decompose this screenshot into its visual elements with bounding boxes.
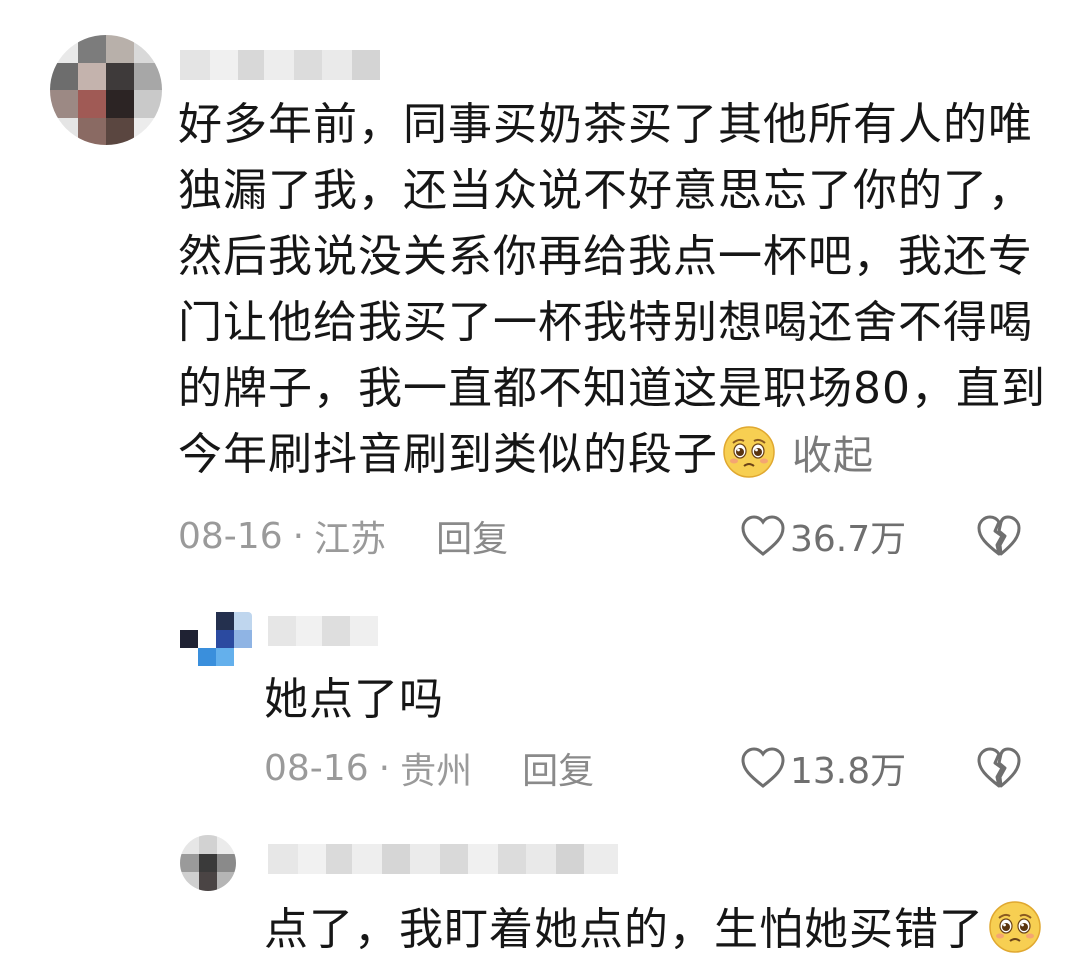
avatar[interactable] [180,612,252,666]
comment-location: 江苏 [314,519,387,560]
comment-meta: 08-16 · 江苏 回复 [178,514,508,561]
reply-button[interactable]: 回复 [436,510,508,562]
comment-text: 她点了吗 [264,667,444,733]
avatar[interactable] [50,35,162,145]
comment-date: 08-16 [264,747,369,789]
pleading-face-icon [723,426,775,478]
comment-line: 她点了吗 [264,674,444,725]
comment-line: 今年刷抖音刷到类似的段子 [178,429,718,480]
heart-icon [741,515,785,556]
comment-location: 贵州 [400,751,473,792]
meta-separator: · [378,747,391,789]
broken-heart-icon[interactable] [976,746,1022,790]
avatar[interactable] [180,835,236,891]
username-blurred[interactable] [180,50,380,80]
pleading-face-icon [989,901,1041,953]
comment-line: 点了，我盯着她点的，生怕她买错了 [264,904,984,955]
comment-date: 08-16 [178,515,283,557]
heart-icon [741,747,785,788]
like-button[interactable]: 36.7万 [740,514,906,560]
reply-button[interactable]: 回复 [522,742,594,794]
username-blurred[interactable] [268,844,618,874]
comment-text: 好多年前，同事买奶茶买了其他所有人的唯 独漏了我，还当众说不好意思忘了你的了， … [178,92,1046,489]
like-count: 36.7万 [790,519,907,560]
username-blurred[interactable] [268,616,378,646]
comment-meta: 08-16 · 贵州 回复 [264,746,594,793]
comment-line: 然后我说没关系你再给我点一杯吧，我还专 [178,231,1033,282]
like-button[interactable]: 13.8万 [740,746,906,792]
comment-line: 好多年前，同事买奶茶买了其他所有人的唯 [178,99,1033,150]
collapse-button[interactable]: 收起 [792,433,874,479]
meta-separator: · [292,515,305,557]
comment-line: 独漏了我，还当众说不好意思忘了你的了， [178,165,1033,216]
broken-heart-icon[interactable] [976,514,1022,558]
like-count: 13.8万 [790,751,907,792]
comment-line: 门让他给我买了一杯我特别想喝还舍不得喝 [178,297,1033,348]
comment-text: 点了，我盯着她点的，生怕她买错了 [264,897,1042,963]
comment-line: 的牌子，我一直都不知道这是职场80，直到 [178,363,1046,414]
